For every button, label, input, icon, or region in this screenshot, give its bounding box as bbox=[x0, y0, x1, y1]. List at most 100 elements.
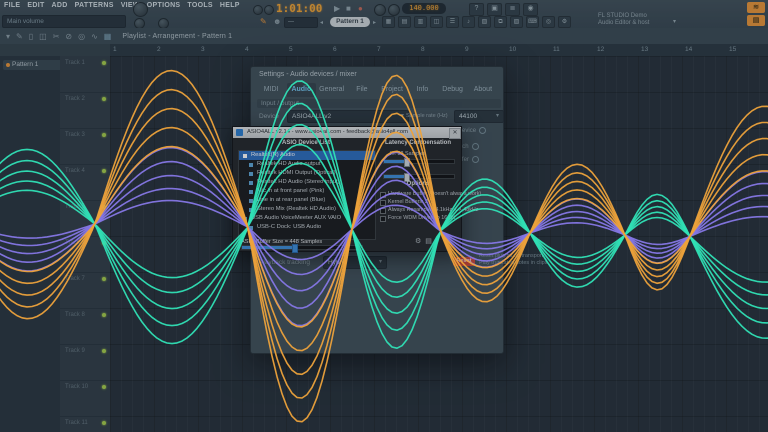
save-icon[interactable]: ▣ bbox=[487, 3, 502, 16]
pat-mode-button[interactable] bbox=[253, 5, 263, 15]
asio-device-item[interactable]: Realtek HD Audio output bbox=[239, 160, 375, 169]
song-mode-button[interactable] bbox=[264, 5, 274, 15]
asio-device-item[interactable]: Realtek HD Audio (Stereo input) bbox=[239, 178, 375, 187]
info-icon[interactable]: i bbox=[436, 237, 438, 245]
asio-buffer-slider[interactable] bbox=[241, 244, 363, 253]
tab-project[interactable]: Project bbox=[378, 83, 406, 97]
track-mute-led[interactable] bbox=[102, 241, 106, 245]
record-button[interactable]: ● bbox=[358, 4, 363, 14]
note-icon[interactable]: ♪ bbox=[462, 16, 475, 28]
track-row[interactable]: Track 9 bbox=[60, 344, 110, 381]
track-row[interactable]: Track 4 bbox=[60, 164, 110, 201]
play-button[interactable]: ▶ bbox=[334, 4, 340, 14]
track-row[interactable]: Track 10 bbox=[60, 380, 110, 417]
target-icon[interactable]: ◎ bbox=[542, 16, 555, 28]
menu-icon[interactable]: ≣ bbox=[505, 3, 520, 16]
track-row[interactable]: Track 2 bbox=[60, 92, 110, 129]
slider-handle[interactable] bbox=[404, 158, 410, 167]
snap-dropdown[interactable]: — bbox=[284, 17, 318, 28]
output-monitor-button[interactable]: ▤ bbox=[747, 15, 765, 26]
pattern-next-arrow[interactable]: ▸ bbox=[373, 18, 376, 28]
picker-pattern-item[interactable]: Pattern 1 bbox=[3, 60, 64, 70]
step-sequencer-icon[interactable]: ▦ bbox=[382, 16, 395, 28]
track-row[interactable]: Track 6 bbox=[60, 236, 110, 273]
asio-option[interactable]: Always Resample 44.1kHz <-> 48kHz bbox=[379, 206, 478, 214]
asio-device-item[interactable]: USB Audio VoiceMeeter AUX VAIO bbox=[239, 214, 375, 223]
track-mute-led[interactable] bbox=[102, 169, 106, 173]
track-row[interactable]: Track 5 bbox=[60, 200, 110, 237]
asio-device-item[interactable]: Stereo Mix (Realtek HD Audio) bbox=[239, 205, 375, 214]
asio-device-item[interactable]: USB-C Dock: USB Audio bbox=[239, 223, 375, 232]
menu-add[interactable]: ADD bbox=[52, 2, 68, 13]
track-mute-led[interactable] bbox=[102, 349, 106, 353]
reset-badge[interactable]: Reset bbox=[453, 257, 475, 266]
delete-icon[interactable]: ⊘ bbox=[65, 32, 72, 41]
latency-out-slider[interactable] bbox=[383, 173, 455, 182]
user-icon[interactable]: ☻ bbox=[273, 17, 281, 26]
track-row[interactable]: Track 11 bbox=[60, 416, 110, 432]
paint-icon[interactable]: ▯ bbox=[29, 32, 33, 41]
piano-roll-icon[interactable]: ▤ bbox=[398, 16, 411, 28]
asio-option[interactable]: Hardware Buffer (Doesn't always work) bbox=[379, 190, 481, 198]
latency-in-slider[interactable] bbox=[383, 158, 455, 167]
windows-icon[interactable]: ⧉ bbox=[494, 16, 507, 28]
snap-icon[interactable]: ▾ bbox=[6, 32, 10, 41]
slice-icon[interactable]: ◫ bbox=[39, 32, 47, 41]
track-mute-led[interactable] bbox=[102, 277, 106, 281]
menu-file[interactable]: FILE bbox=[4, 2, 20, 13]
track-mute-led[interactable] bbox=[102, 205, 106, 209]
track-mute-led[interactable] bbox=[102, 61, 106, 65]
track-row[interactable]: Track 3 bbox=[60, 128, 110, 165]
tab-general[interactable]: General bbox=[318, 83, 346, 97]
draw-mode-icon[interactable]: ✎ bbox=[260, 17, 267, 26]
oscilloscope-button[interactable]: ≋ bbox=[747, 2, 765, 13]
menu-patterns[interactable]: PATTERNS bbox=[75, 2, 114, 13]
asio-option[interactable]: Force WDM Driver To 16 Bit bbox=[379, 214, 459, 222]
mixer-icon[interactable]: ◫ bbox=[430, 16, 443, 28]
keyboard-icon[interactable]: ⌨ bbox=[526, 16, 539, 28]
menu-help[interactable]: HELP bbox=[220, 2, 240, 13]
main-volume-knob[interactable] bbox=[133, 2, 148, 17]
asio-titlebar[interactable]: ASIO4ALL v2.14 - www.asio4all.com - feed… bbox=[233, 127, 461, 138]
wrench-icon[interactable]: ⚙ bbox=[415, 237, 421, 245]
grid-icon[interactable]: ▨ bbox=[510, 16, 523, 28]
tab-audio[interactable]: Audio bbox=[287, 83, 316, 97]
wait-knob[interactable] bbox=[388, 4, 400, 16]
asio-device-item[interactable]: Mic in at front panel (Pink) bbox=[239, 187, 375, 196]
menu-options[interactable]: OPTIONS bbox=[147, 2, 181, 13]
metronome-knob[interactable] bbox=[374, 4, 386, 16]
settings-icon[interactable]: ⚙ bbox=[558, 16, 571, 28]
track-mute-led[interactable] bbox=[102, 385, 106, 389]
playlist-icon[interactable]: ▥ bbox=[414, 16, 427, 28]
tab-debug[interactable]: Debug bbox=[439, 83, 467, 97]
playback-tracking-dropdown[interactable]: Hybrid ▾ bbox=[323, 256, 387, 269]
stop-button[interactable]: ■ bbox=[346, 4, 351, 14]
tab-midi[interactable]: MIDI bbox=[257, 83, 285, 97]
track-mute-led[interactable] bbox=[102, 133, 106, 137]
cut-icon[interactable]: ✂ bbox=[53, 32, 60, 41]
device-dropdown[interactable]: ASIO4ALL v2 ▾ bbox=[287, 110, 409, 123]
list-icon[interactable]: ▤ bbox=[425, 237, 432, 245]
draw-icon[interactable]: ✎ bbox=[16, 32, 23, 41]
record-target-icon[interactable]: ◉ bbox=[523, 3, 538, 16]
tempo-display[interactable]: 140.000 bbox=[402, 3, 446, 14]
slider-handle[interactable] bbox=[292, 244, 298, 253]
slip-icon[interactable]: ∿ bbox=[91, 32, 98, 41]
track-mute-led[interactable] bbox=[102, 421, 106, 425]
track-row[interactable]: Track 1 bbox=[60, 56, 110, 93]
checkbox-icon[interactable] bbox=[380, 215, 386, 222]
checkbox-icon[interactable] bbox=[380, 191, 386, 198]
mute-icon[interactable]: ◎ bbox=[78, 32, 85, 41]
track-mute-led[interactable] bbox=[102, 97, 106, 101]
tab-about[interactable]: About bbox=[469, 83, 497, 97]
pattern-icon[interactable]: ▧ bbox=[478, 16, 491, 28]
checkbox-icon[interactable] bbox=[380, 207, 386, 214]
track-row[interactable]: Track 8 bbox=[60, 308, 110, 345]
playlist-timeline[interactable]: 1 2 3 4 5 6 7 8 9 10 11 12 13 14 15 bbox=[110, 44, 768, 56]
checkbox-icon[interactable] bbox=[380, 199, 386, 206]
tab-info[interactable]: Info bbox=[408, 83, 436, 97]
browser-icon[interactable]: ☰ bbox=[446, 16, 459, 28]
asio-device-item[interactable]: Line in at rear panel (Blue) bbox=[239, 196, 375, 205]
menu-tools[interactable]: TOOLS bbox=[187, 2, 212, 13]
more-caret-icon[interactable]: ▾ bbox=[673, 17, 676, 27]
